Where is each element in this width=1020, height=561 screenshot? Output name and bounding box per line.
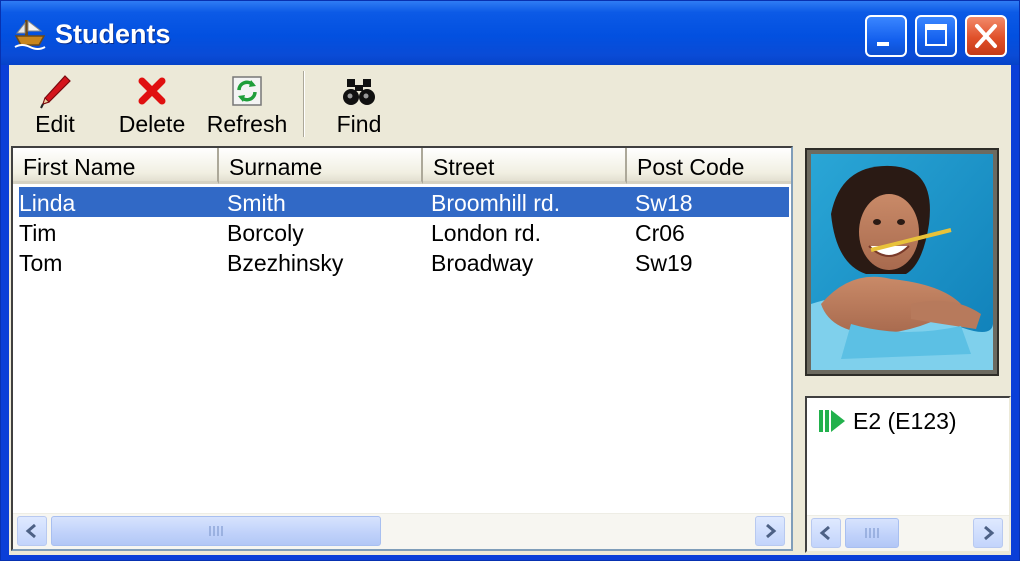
close-button[interactable] <box>965 15 1007 57</box>
info-scroll-right-button[interactable] <box>973 518 1003 548</box>
info-item-label: E2 (E123) <box>853 408 957 434</box>
cell-street: Broadway <box>431 250 534 276</box>
chevron-right-icon <box>766 523 777 539</box>
column-header-street[interactable]: Street <box>423 148 627 184</box>
column-header-post-code[interactable]: Post Code <box>627 148 791 184</box>
list-header: First Name Surname Street Post Code <box>13 148 791 184</box>
cell-surname: Bzezhinsky <box>227 250 344 276</box>
window-title: Students <box>55 19 171 49</box>
cell-first-name: Tom <box>19 250 63 276</box>
photo-frame <box>805 148 999 376</box>
chevron-left-icon <box>25 523 36 539</box>
grip-icon <box>209 526 223 536</box>
maximize-button[interactable] <box>915 15 957 57</box>
refresh-button[interactable]: Refresh <box>201 67 293 141</box>
minimize-button[interactable] <box>865 15 907 57</box>
cell-post-code: Cr06 <box>635 220 685 246</box>
toolbar: Edit Delete Refresh Find <box>9 65 1011 145</box>
chevron-right-icon <box>984 525 995 541</box>
delete-label: Delete <box>118 111 186 137</box>
cell-street: Broomhill rd. <box>431 190 561 216</box>
binoculars-icon <box>343 79 375 105</box>
grip-icon <box>865 528 879 538</box>
cell-surname: Smith <box>227 190 286 216</box>
table-row[interactable]: Tim Borcoly London rd. Cr06 <box>19 217 789 247</box>
pencil-icon <box>40 75 71 109</box>
refresh-label: Refresh <box>206 111 288 137</box>
chevron-left-icon <box>819 525 830 541</box>
students-window: Students Edit Delete Refresh Find First … <box>0 0 1020 561</box>
cell-first-name: Tim <box>19 220 57 246</box>
edit-label: Edit <box>35 111 75 137</box>
list-horizontal-scrollbar[interactable] <box>13 513 791 549</box>
scroll-left-button[interactable] <box>17 516 47 546</box>
close-icon <box>975 24 997 48</box>
students-list[interactable]: First Name Surname Street Post Code Lind… <box>11 146 793 551</box>
minimize-icon <box>877 42 889 46</box>
ship-icon <box>14 19 46 50</box>
scroll-thumb[interactable] <box>51 516 381 546</box>
cell-post-code: Sw18 <box>635 190 693 216</box>
red-x-icon <box>138 77 166 105</box>
column-header-first-name[interactable]: First Name <box>13 148 219 184</box>
student-photo <box>811 154 993 370</box>
cell-first-name: Linda <box>19 190 76 216</box>
title-bar[interactable]: Students <box>1 1 1019 65</box>
cell-surname: Borcoly <box>227 220 304 246</box>
delete-button[interactable]: Delete <box>113 67 191 141</box>
info-scroll-left-button[interactable] <box>811 518 841 548</box>
table-row[interactable]: Tom Bzezhinsky Broadway Sw19 <box>19 247 789 277</box>
find-button[interactable]: Find <box>321 67 397 141</box>
cell-post-code: Sw19 <box>635 250 693 276</box>
column-header-surname[interactable]: Surname <box>219 148 423 184</box>
refresh-icon <box>232 76 262 106</box>
go-arrow-icon <box>819 410 845 432</box>
find-label: Find <box>336 111 382 137</box>
scroll-right-button[interactable] <box>755 516 785 546</box>
edit-button[interactable]: Edit <box>17 67 93 141</box>
info-panel: E2 (E123) <box>805 396 1011 553</box>
table-row[interactable]: Linda Smith Broomhill rd. Sw18 <box>19 187 789 217</box>
client-area: Edit Delete Refresh Find First Name Surn… <box>9 65 1011 555</box>
info-horizontal-scrollbar[interactable] <box>807 515 1009 551</box>
toolbar-separator <box>303 71 305 137</box>
info-scroll-thumb[interactable] <box>845 518 899 548</box>
cell-street: London rd. <box>431 220 541 246</box>
maximize-icon <box>925 24 947 46</box>
